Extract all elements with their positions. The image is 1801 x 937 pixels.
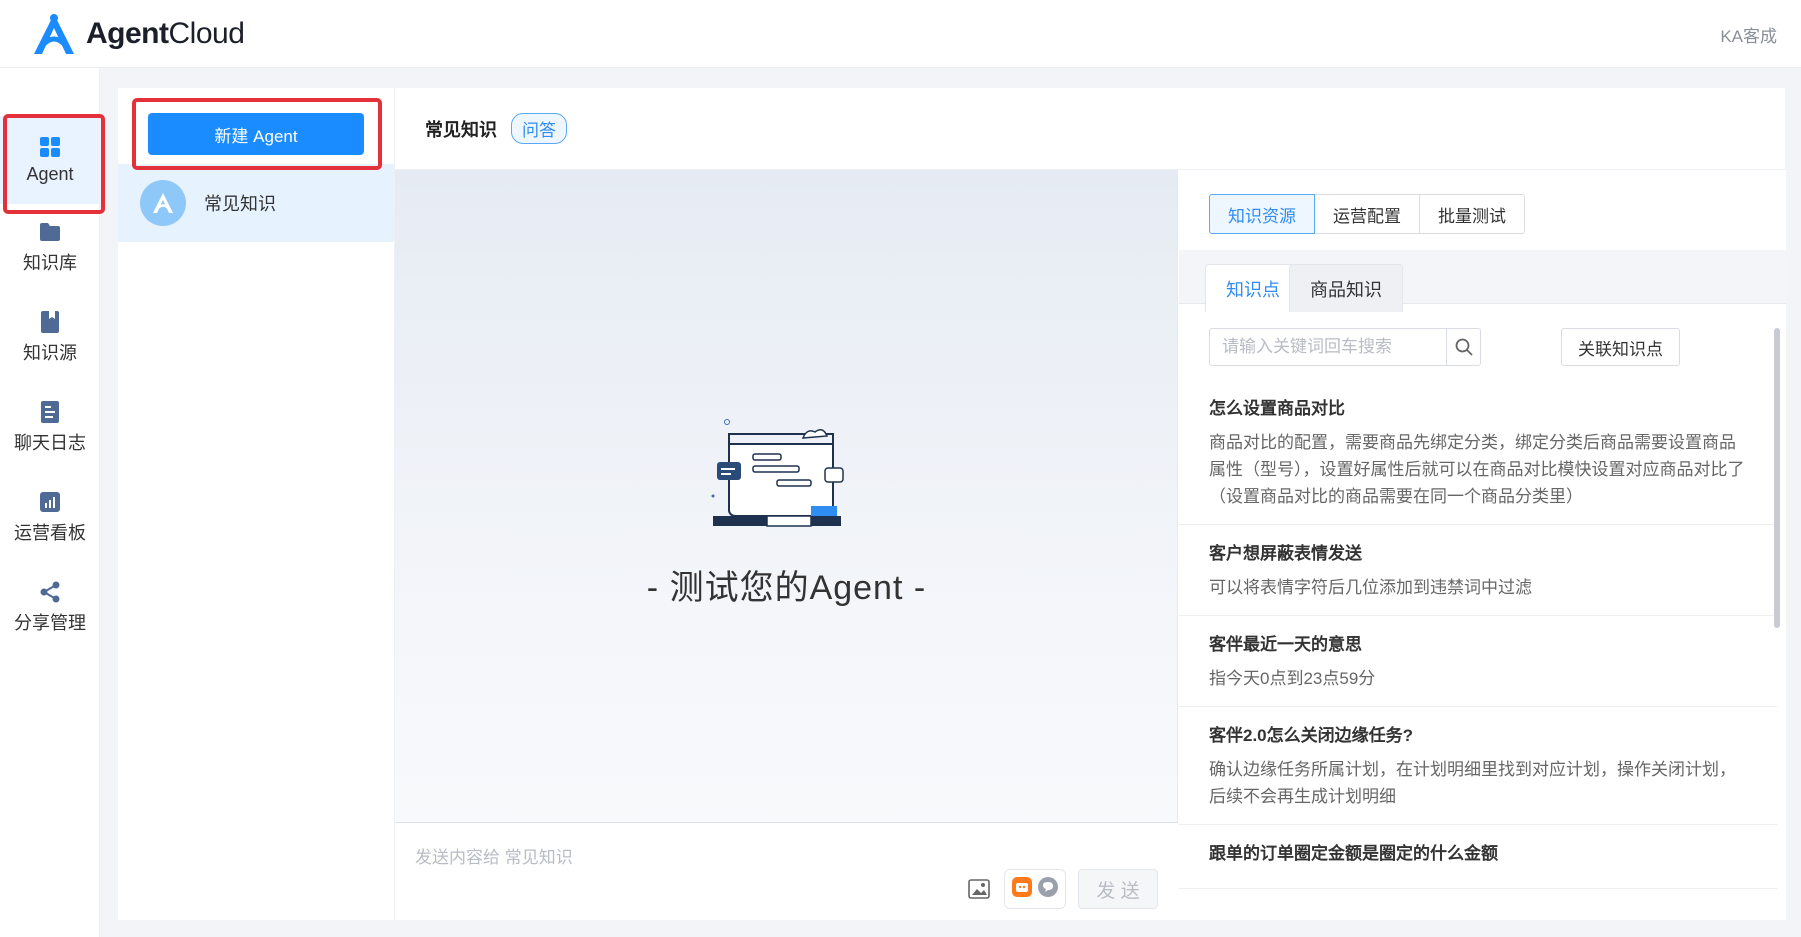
chat-illustration — [711, 419, 844, 527]
sidebar-nav: Agent 知识库 知识源 聊天日志 运营看板 分享管理 — [0, 68, 100, 937]
chat-tools: 发 送 — [966, 869, 1158, 909]
answer-text: 确认边缘任务所属计划，在计划明细里找到对应计划，操作关闭计划，后续不会再生成计划… — [1209, 760, 1736, 806]
agent-list-panel: 新建 Agent 常见知识 — [118, 88, 394, 920]
list-item[interactable]: 客伴最近一天的意思 指今天0点到23点59分 — [1179, 616, 1777, 707]
nav-item-agent[interactable]: Agent — [0, 116, 100, 204]
main-area: 常见知识 问答 - 测试您的Agent - 发送内容给 常见知识 发 送 知识资… — [394, 88, 1786, 920]
question-text: 客伴最近一天的意思 — [1209, 635, 1362, 654]
user-name[interactable]: KA客成 — [1720, 22, 1777, 47]
chat-test-area: - 测试您的Agent - 发送内容给 常见知识 发 送 — [395, 170, 1178, 920]
new-agent-button[interactable]: 新建 Agent — [148, 113, 364, 155]
list-item[interactable]: 怎么设置商品对比 商品对比的配置，需要商品先绑定分类，绑定分类后商品需要设置商品… — [1179, 380, 1777, 525]
knowledge-point-list: 怎么设置商品对比 商品对比的配置，需要商品先绑定分类，绑定分类后商品需要设置商品… — [1179, 380, 1777, 920]
grid-icon — [39, 136, 61, 158]
question-text: 跟单的订单圈定金额是圈定的什么金额 — [1209, 844, 1498, 863]
nav-label: 知识源 — [23, 343, 77, 363]
app-logo[interactable]: AgentCloud — [28, 10, 245, 58]
answer-text: 可以将表情字符后几位添加到违禁词中过滤 — [1209, 578, 1532, 597]
list-item[interactable]: 跟单的订单圈定金额是圈定的什么金额 — [1179, 825, 1777, 889]
nav-label: 运营看板 — [14, 523, 86, 543]
tab-operation-config[interactable]: 运营配置 — [1314, 194, 1420, 234]
question-text: 客户想屏蔽表情发送 — [1209, 544, 1362, 563]
main-header: 常见知识 问答 — [395, 88, 1786, 170]
nav-label: 分享管理 — [14, 613, 86, 633]
agent-list-item[interactable]: 常见知识 — [118, 164, 394, 242]
chat-empty-text: - 测试您的Agent - — [646, 569, 927, 607]
link-knowledge-button[interactable]: 关联知识点 — [1561, 328, 1680, 366]
search-input[interactable] — [1210, 329, 1447, 365]
nav-item-knowledge-base[interactable]: 知识库 — [0, 204, 100, 292]
robot-icon[interactable] — [1011, 876, 1033, 903]
share-icon — [39, 581, 61, 603]
panel-tabs: 知识资源 运营配置 批量测试 — [1209, 194, 1525, 234]
logo-icon — [153, 193, 173, 213]
nav-item-chat-log[interactable]: 聊天日志 — [0, 384, 100, 472]
subtab-product-knowledge[interactable]: 商品知识 — [1289, 264, 1403, 312]
channel-switch[interactable] — [1004, 869, 1066, 909]
nav-label: 知识库 — [23, 253, 77, 273]
tab-knowledge-resource[interactable]: 知识资源 — [1209, 194, 1315, 234]
send-button[interactable]: 发 送 — [1078, 869, 1158, 909]
chat-input-area[interactable]: 发送内容给 常见知识 发 送 — [395, 822, 1178, 920]
scrollbar[interactable] — [1774, 328, 1780, 628]
chart-icon — [39, 491, 61, 513]
book-icon — [39, 311, 61, 333]
nav-label: 聊天日志 — [14, 433, 86, 453]
app-name: AgentCloud — [86, 17, 245, 50]
agent-avatar — [140, 180, 186, 226]
subtab-knowledge-points[interactable]: 知识点 — [1205, 264, 1301, 312]
question-text: 怎么设置商品对比 — [1209, 399, 1345, 418]
list-item[interactable]: 客伴2.0怎么关闭边缘任务? 确认边缘任务所属计划，在计划明细里找到对应计划，操… — [1179, 707, 1777, 825]
nav-item-share[interactable]: 分享管理 — [0, 564, 100, 652]
knowledge-panel: 知识资源 运营配置 批量测试 知识点 商品知识 关联知识点 怎么设置商品对比 商… — [1179, 170, 1786, 920]
answer-text: 指今天0点到23点59分 — [1209, 669, 1376, 688]
top-bar: AgentCloud KA客成 — [0, 0, 1801, 68]
search-icon[interactable] — [1446, 329, 1480, 365]
tab-batch-test[interactable]: 批量测试 — [1419, 194, 1525, 234]
logo-icon — [34, 14, 74, 54]
image-icon[interactable] — [966, 876, 992, 902]
list-item[interactable]: 客户想屏蔽表情发送 可以将表情字符后几位添加到违禁词中过滤 — [1179, 525, 1777, 616]
answer-text: 商品对比的配置，需要商品先绑定分类，绑定分类后商品需要设置商品属性（型号），设置… — [1209, 433, 1745, 506]
agent-name: 常见知识 — [204, 194, 276, 214]
nav-item-dashboard[interactable]: 运营看板 — [0, 474, 100, 562]
folder-icon — [39, 221, 61, 243]
log-icon — [39, 401, 61, 423]
nav-item-knowledge-source[interactable]: 知识源 — [0, 294, 100, 382]
question-text: 客伴2.0怎么关闭边缘任务? — [1209, 726, 1414, 745]
chat-bubble-icon[interactable] — [1037, 876, 1059, 903]
type-badge: 问答 — [511, 113, 567, 144]
page-title: 常见知识 — [425, 119, 497, 140]
search-box — [1209, 328, 1481, 366]
chat-input-placeholder[interactable]: 发送内容给 常见知识 — [415, 843, 573, 868]
nav-label: Agent — [26, 163, 74, 184]
